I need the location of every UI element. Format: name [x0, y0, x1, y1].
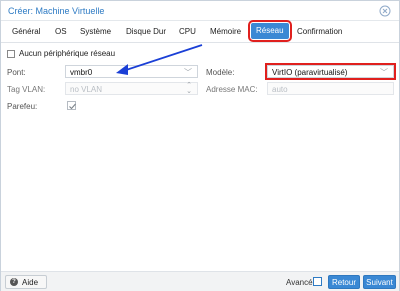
tab-network[interactable]: Réseau: [248, 20, 292, 42]
wizard-tabs: Général OS Système Disque Dur CPU Mémoir…: [1, 20, 399, 43]
mac-placeholder: auto: [272, 85, 288, 94]
firewall-label: Parefeu:: [7, 102, 38, 111]
back-button[interactable]: Retour: [328, 275, 360, 289]
help-button[interactable]: ? Aide: [5, 275, 47, 289]
tab-memory[interactable]: Mémoire: [210, 27, 241, 36]
vlan-field[interactable]: no VLAN ⌃ ⌄: [65, 82, 198, 95]
no-network-checkbox[interactable]: [7, 49, 15, 58]
next-button[interactable]: Suivant: [363, 275, 396, 289]
dialog-title: Créer: Machine Virtuelle: [8, 6, 105, 16]
no-network-label: Aucun périphérique réseau: [19, 49, 116, 58]
tab-os[interactable]: OS: [55, 27, 67, 36]
close-icon[interactable]: [379, 5, 391, 17]
tab-system[interactable]: Système: [80, 27, 111, 36]
tab-hard-disk[interactable]: Disque Dur: [126, 27, 166, 36]
tab-cpu[interactable]: CPU: [179, 27, 196, 36]
mac-field[interactable]: auto: [267, 82, 394, 95]
bridge-select[interactable]: vmbr0 ﹀: [65, 65, 198, 78]
help-icon: ?: [10, 278, 18, 286]
tab-general[interactable]: Général: [12, 27, 40, 36]
model-label: Modèle:: [206, 68, 235, 77]
mac-label: Adresse MAC:: [206, 85, 258, 94]
bridge-label: Pont:: [7, 68, 26, 77]
advanced-checkbox[interactable]: [313, 277, 322, 286]
model-value: VirtIO (paravirtualisé): [272, 68, 348, 77]
chevron-down-icon[interactable]: ﹀: [380, 67, 388, 78]
firewall-checkbox[interactable]: [67, 101, 76, 110]
vlan-placeholder: no VLAN: [70, 85, 103, 94]
chevron-down-icon[interactable]: ﹀: [184, 67, 192, 78]
tab-confirmation[interactable]: Confirmation: [297, 27, 342, 36]
create-vm-dialog: Créer: Machine Virtuelle Général OS Syst…: [0, 0, 400, 291]
network-panel: Aucun périphérique réseau Pont: vmbr0 ﹀ …: [1, 43, 399, 271]
no-network-row: Aucun périphérique réseau: [7, 49, 115, 58]
bridge-value: vmbr0: [70, 68, 93, 77]
dialog-titlebar: Créer: Machine Virtuelle: [1, 1, 399, 21]
checkmark-icon: [69, 103, 76, 110]
spinner-icon[interactable]: ⌃ ⌄: [186, 82, 192, 95]
help-label: Aide: [22, 278, 39, 287]
model-select[interactable]: VirtIO (paravirtualisé) ﹀: [265, 63, 396, 80]
advanced-label: Avancé: [286, 278, 313, 287]
vlan-label: Tag VLAN:: [7, 85, 46, 94]
dialog-footer: ? Aide Avancé Retour Suivant: [1, 271, 399, 291]
